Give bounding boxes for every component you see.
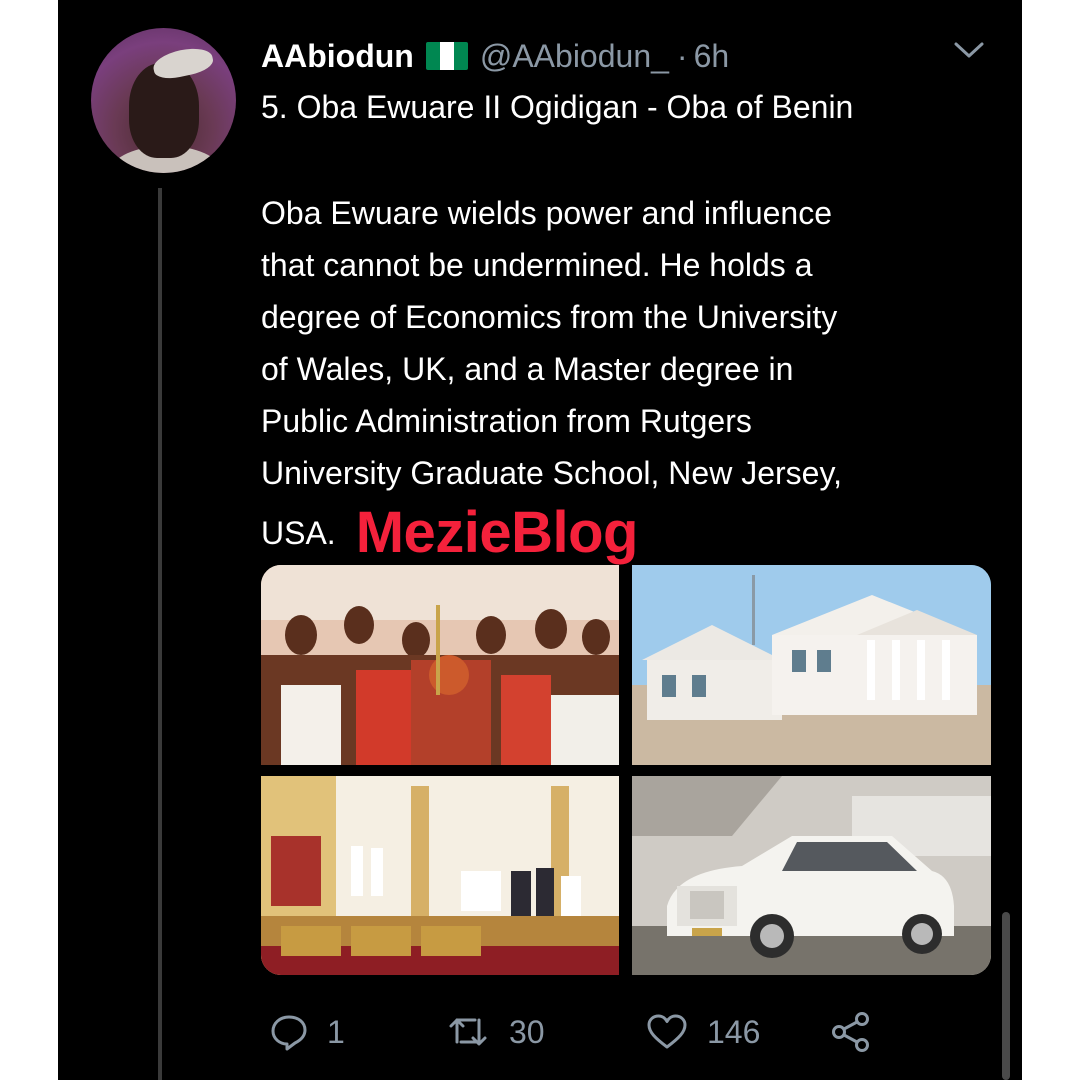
nigeria-flag-icon <box>425 42 468 70</box>
watermark-text: MezieBlog <box>355 500 639 565</box>
tweet-body-line: of Wales, UK, and a Master degree in <box>261 351 794 387</box>
avatar[interactable] <box>91 28 236 173</box>
thread-connector-line <box>158 188 162 1080</box>
tweet-body-line: University Graduate School, New Jersey, <box>261 455 842 491</box>
user-handle[interactable]: @AAbiodun_ <box>480 38 669 75</box>
retweet-button[interactable]: 30 <box>447 1004 545 1060</box>
tweet-body-line: Oba Ewuare wields power and influence <box>261 195 832 231</box>
tweet-header: AAbiodun @AAbiodun_ · 6h <box>261 36 729 76</box>
avatar-hair <box>150 44 216 82</box>
tweet-body-line: Public Administration from Rutgers <box>261 403 752 439</box>
tweet-body-line: that cannot be undermined. He holds a <box>261 247 813 283</box>
tweet-screen: AAbiodun @AAbiodun_ · 6h 5. Oba Ewuare I… <box>58 0 1022 1080</box>
reply-count: 1 <box>327 1013 345 1050</box>
tweet-title-line: 5. Oba Ewuare II Ogidigan - Oba of Benin <box>261 89 854 125</box>
tweet-timestamp[interactable]: 6h <box>694 38 730 75</box>
like-button[interactable]: 146 <box>645 1004 760 1060</box>
share-icon <box>832 1012 869 1052</box>
scrollbar-thumb[interactable] <box>1002 912 1010 1080</box>
like-count: 146 <box>707 1013 761 1050</box>
tweet-actions: 1 30 146 <box>261 1004 991 1060</box>
tweet-body-line: degree of Economics from the University <box>261 299 838 335</box>
share-button[interactable] <box>829 1004 873 1060</box>
chevron-down-icon[interactable] <box>951 38 987 67</box>
photo-white-rolls-royce[interactable] <box>632 776 991 975</box>
display-name[interactable]: AAbiodun <box>261 38 414 75</box>
reply-button[interactable]: 1 <box>269 1004 345 1060</box>
reply-icon <box>271 1015 307 1051</box>
photo-oba-with-chiefs[interactable] <box>261 565 619 765</box>
heart-icon <box>647 1014 687 1049</box>
tweet-body-line: USA. <box>261 515 336 551</box>
tweet-body: Oba Ewuare wields power and influence th… <box>261 190 1001 565</box>
separator-dot: · <box>676 37 688 74</box>
photo-palace-exterior[interactable] <box>632 565 991 765</box>
retweet-icon <box>449 1018 487 1046</box>
tweet-body-last-line: USA. MezieBlog <box>261 500 1001 565</box>
retweet-count: 30 <box>509 1013 545 1050</box>
media-grid <box>261 565 991 975</box>
photo-throne-room[interactable] <box>261 776 619 975</box>
